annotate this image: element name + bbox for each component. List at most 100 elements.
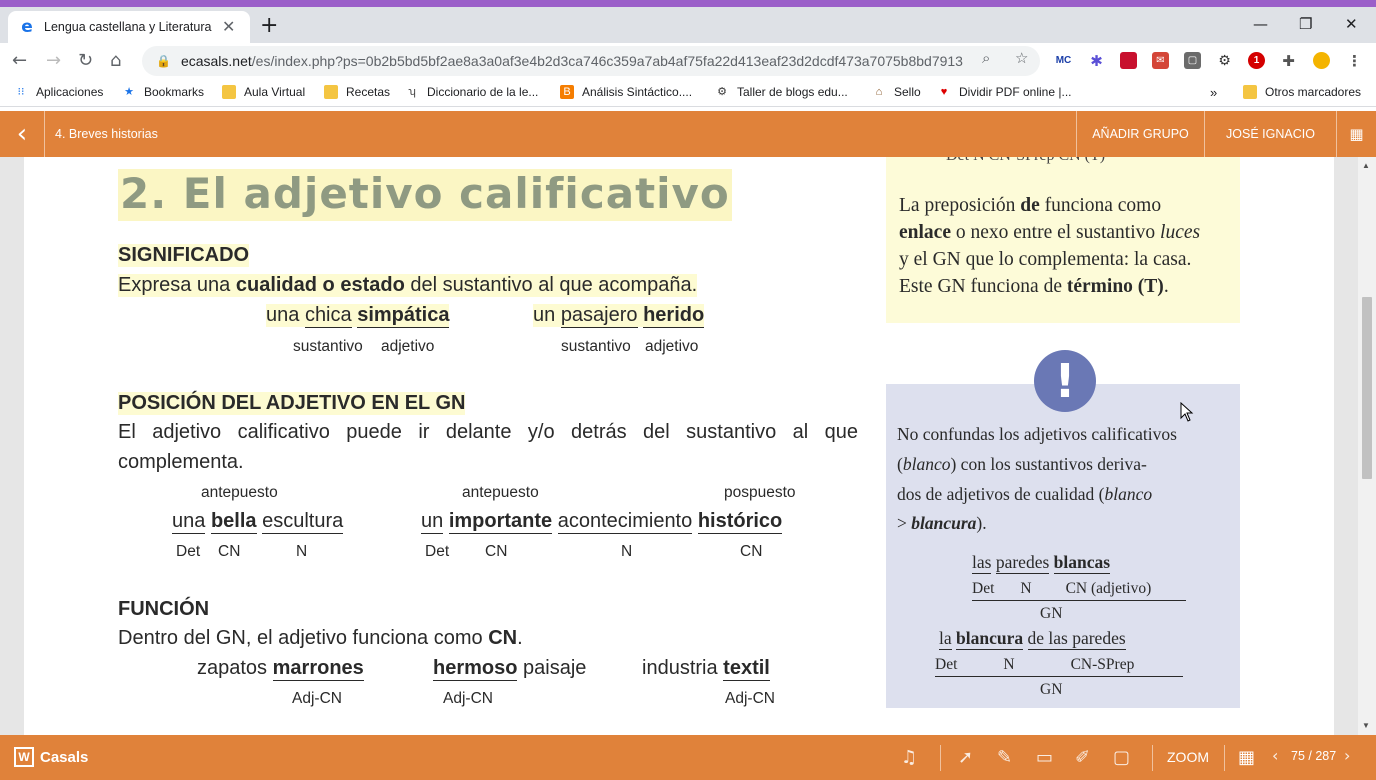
thumbnails-grid-icon[interactable]: ▦ xyxy=(1238,747,1255,768)
folder-icon xyxy=(324,85,338,99)
scrollbar-thumb[interactable] xyxy=(1362,297,1372,479)
divider xyxy=(1224,745,1225,771)
book-icon: ʮ xyxy=(408,86,416,98)
bookmark-taller[interactable]: ⚙ Taller de blogs edu... xyxy=(715,85,848,99)
casals-logo[interactable]: W Casals xyxy=(14,747,88,767)
next-page-icon[interactable]: › xyxy=(1344,746,1350,765)
warning-line-1: No confundas los adjetivos calificativos xyxy=(897,424,1177,444)
book-page[interactable]: 2. El adjetivo calificativo SIGNIFICADO … xyxy=(24,157,1334,735)
extension-gear-icon[interactable]: ⚙ xyxy=(1216,52,1233,69)
folder-icon xyxy=(222,85,236,99)
label-gn: GN xyxy=(1040,681,1063,698)
lock-icon[interactable]: 🔒 xyxy=(156,54,171,68)
label-antepuesto: antepuesto xyxy=(201,484,278,501)
label-adjetivo: adjetivo xyxy=(645,338,699,355)
warning-line-3: dos de adjetivos de cualidad (blanco xyxy=(897,484,1153,504)
zoom-button[interactable]: ZOOM xyxy=(1167,749,1209,765)
scroll-down-icon[interactable]: ▼ xyxy=(1362,721,1370,730)
minimize-icon[interactable]: — xyxy=(1253,15,1268,33)
scroll-up-icon[interactable]: ▲ xyxy=(1362,161,1370,170)
bookmark-diccionario[interactable]: ʮ Diccionario de la le... xyxy=(405,85,538,99)
comment-icon[interactable]: ▢ xyxy=(1113,747,1130,768)
label-cn: CN xyxy=(218,543,241,560)
pointer-icon[interactable]: ➚ xyxy=(958,747,973,768)
bookmark-otros[interactable]: Otros marcadores xyxy=(1243,85,1361,99)
example-zapatos-marrones: zapatos marrones xyxy=(197,657,364,681)
ecasals-e-icon: e xyxy=(21,17,33,37)
back-chevron-icon[interactable]: ‹ xyxy=(0,111,45,157)
bookmark-recetas[interactable]: Recetas xyxy=(324,85,390,99)
extension-mc-icon[interactable]: MC xyxy=(1055,52,1072,69)
divider xyxy=(940,745,941,771)
bookmarks-bar: ⁝⁝ Aplicaciones ★ Bookmarks Aula Virtual R… xyxy=(0,79,1376,107)
browser-tab[interactable]: e Lengua castellana y Literatura 2 - ✕ xyxy=(8,11,250,43)
user-button[interactable]: JOSÉ IGNACIO xyxy=(1204,111,1336,157)
extension-badge-icon[interactable]: 1 xyxy=(1248,52,1265,69)
extensions-puzzle-icon[interactable]: ✚ xyxy=(1280,52,1297,70)
label-sustantivo: sustantivo xyxy=(561,338,631,355)
extension-red-icon[interactable] xyxy=(1120,52,1137,69)
label-n: N xyxy=(621,543,633,560)
label-sustantivo: sustantivo xyxy=(293,338,363,355)
note-line-1: La preposición de funciona como xyxy=(899,195,1162,216)
folder-icon xyxy=(1243,85,1257,99)
apps-grid-icon[interactable]: ▦ xyxy=(1336,111,1376,157)
close-tab-icon[interactable]: ✕ xyxy=(222,17,235,37)
close-window-icon[interactable]: ✕ xyxy=(1345,15,1358,33)
divider xyxy=(1152,745,1153,771)
posicion-text-line1: El adjetivo calificativo puede ir delant… xyxy=(118,421,858,443)
window-top-stripe xyxy=(0,0,1376,7)
add-group-button[interactable]: AÑADIR GRUPO xyxy=(1076,111,1204,157)
viewer-toolbar: W Casals ♫ ➚ ✎ ▭ ✐ ▢ ZOOM ▦ ‹ 75 / 287 › xyxy=(0,735,1376,780)
mouse-cursor-icon xyxy=(1180,402,1194,422)
tab-bar: e Lengua castellana y Literatura 2 - ✕ +… xyxy=(0,7,1376,43)
pencil-icon[interactable]: ✎ xyxy=(997,747,1012,768)
example-industria-textil: industria textil xyxy=(642,657,770,681)
search-icon[interactable]: ⌕ xyxy=(982,49,990,67)
breadcrumb[interactable]: 4. Breves historias xyxy=(55,127,158,141)
bookmark-bookmarks[interactable]: ★ Bookmarks xyxy=(122,85,204,99)
label-cn: CN xyxy=(740,543,763,560)
label-gn: GN xyxy=(1040,605,1063,622)
extension-snowflake-icon[interactable]: ✱ xyxy=(1088,52,1105,70)
star-bookmark-icon[interactable]: ☆ xyxy=(1015,49,1028,67)
globe-icon: ⚙ xyxy=(717,86,727,98)
bookmark-aula-virtual[interactable]: Aula Virtual xyxy=(222,85,305,99)
bookmark-dividir-pdf[interactable]: ♥ Dividir PDF online |... xyxy=(937,85,1072,99)
more-bookmarks-icon[interactable]: » xyxy=(1210,85,1217,100)
page-indicator: 75 / 287 xyxy=(1291,749,1337,763)
example-un-pasajero: un pasajero herido xyxy=(533,304,705,328)
label-pospuesto: pospuesto xyxy=(724,484,796,501)
forward-icon[interactable]: → xyxy=(46,50,61,71)
extension-mail-icon[interactable]: ✉ xyxy=(1152,52,1169,69)
reload-icon[interactable]: ↻ xyxy=(78,50,93,71)
bookmark-analisis[interactable]: B Análisis Sintáctico.... xyxy=(560,85,692,99)
browser-menu-icon[interactable]: ⋮ xyxy=(1346,52,1363,70)
prev-page-icon[interactable]: ‹ xyxy=(1272,746,1278,765)
address-bar[interactable]: 🔒 ecasals.net/es/index.php?ps=0b2b5bd5bf… xyxy=(142,46,1040,76)
audio-icon[interactable]: ♫ xyxy=(901,747,917,768)
highlighter-icon[interactable]: ✐ xyxy=(1075,747,1090,768)
label-adj-cn: Adj-CN xyxy=(725,690,775,707)
extension-screenshot-icon[interactable]: ▢ xyxy=(1184,52,1201,69)
new-tab-icon[interactable]: + xyxy=(260,15,278,37)
apps-grid-icon: ⁝⁝ xyxy=(17,86,25,98)
home-icon[interactable]: ⌂ xyxy=(110,50,121,71)
vertical-scrollbar[interactable]: ▲ ▼ xyxy=(1358,157,1376,735)
profile-avatar-icon[interactable] xyxy=(1313,52,1330,69)
back-icon[interactable]: ← xyxy=(12,50,27,71)
label-antepuesto: antepuesto xyxy=(462,484,539,501)
side-note-yellow: Det N CN-SPrep CN (T) La preposición de … xyxy=(886,157,1240,323)
label-det: Det xyxy=(425,543,450,560)
bookmark-sello[interactable]: ⌂ Sello xyxy=(872,85,921,99)
label-cn: CN xyxy=(485,543,508,560)
note-line-4: Este GN funciona de término (T). xyxy=(899,276,1169,297)
side-note-blue: No confundas los adjetivos calificativos… xyxy=(886,384,1240,708)
url-text: ecasals.net/es/index.php?ps=0b2b5bd5bf2a… xyxy=(180,53,963,69)
restore-icon[interactable]: ❐ xyxy=(1299,15,1312,33)
bookmark-apps[interactable]: ⁝⁝ Aplicaciones xyxy=(14,85,104,99)
app-header: ‹ 4. Breves historias AÑADIR GRUPO JOSÉ … xyxy=(0,111,1376,157)
eraser-icon[interactable]: ▭ xyxy=(1036,747,1053,768)
book-viewer: 2. El adjetivo calificativo SIGNIFICADO … xyxy=(0,157,1376,735)
label-adjetivo: adjetivo xyxy=(381,338,435,355)
